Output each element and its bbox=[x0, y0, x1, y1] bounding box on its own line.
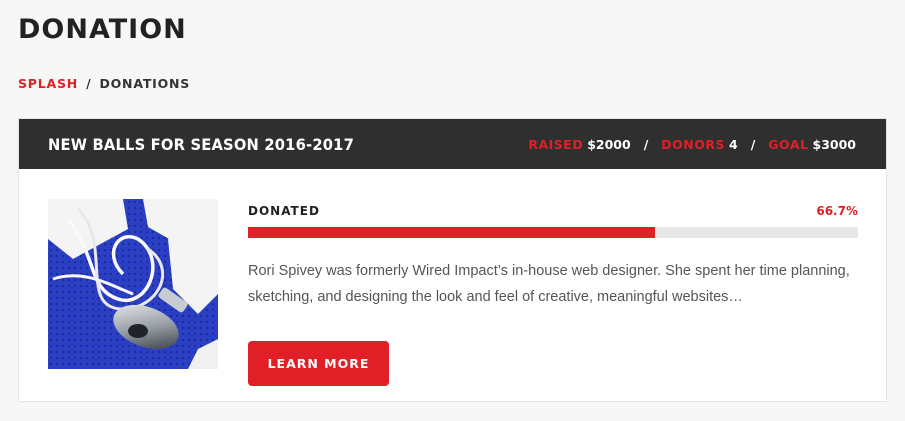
whistle-icon bbox=[48, 199, 218, 369]
breadcrumb: SPLASH / DONATIONS bbox=[18, 76, 190, 91]
breadcrumb-home-link[interactable]: SPLASH bbox=[18, 76, 78, 91]
campaign-stats: RAISED $2000 / DONORS 4 / GOAL $3000 bbox=[528, 137, 856, 152]
campaign-details: DONATED 66.7% Rori Spivey was formerly W… bbox=[248, 199, 858, 386]
card-body: DONATED 66.7% Rori Spivey was formerly W… bbox=[19, 169, 886, 401]
donors-value: 4 bbox=[729, 136, 738, 152]
donation-card: NEW BALLS FOR SEASON 2016-2017 RAISED $2… bbox=[18, 118, 887, 402]
donors-label: DONORS bbox=[661, 136, 726, 152]
page-title: DONATION bbox=[18, 14, 187, 45]
campaign-description: Rori Spivey was formerly Wired Impact’s … bbox=[248, 263, 850, 305]
breadcrumb-current: DONATIONS bbox=[99, 76, 191, 91]
campaign-title[interactable]: NEW BALLS FOR SEASON 2016-2017 bbox=[48, 135, 354, 154]
stats-separator: / bbox=[643, 136, 649, 152]
stats-separator: / bbox=[750, 136, 756, 152]
goal-label: GOAL bbox=[768, 136, 809, 152]
raised-label: RAISED bbox=[528, 136, 584, 152]
campaign-image[interactable] bbox=[48, 199, 218, 369]
progress-bar bbox=[248, 227, 858, 238]
goal-value: $3000 bbox=[812, 136, 857, 152]
learn-more-button[interactable]: LEARN MORE bbox=[248, 340, 389, 386]
progress-percent: 66.7% bbox=[816, 204, 858, 218]
progress-bar-fill bbox=[248, 227, 655, 238]
progress-label: DONATED bbox=[248, 204, 320, 218]
card-header: NEW BALLS FOR SEASON 2016-2017 RAISED $2… bbox=[19, 119, 886, 169]
breadcrumb-separator: / bbox=[86, 76, 92, 91]
progress-header: DONATED 66.7% bbox=[248, 199, 858, 223]
raised-value: $2000 bbox=[587, 136, 631, 152]
